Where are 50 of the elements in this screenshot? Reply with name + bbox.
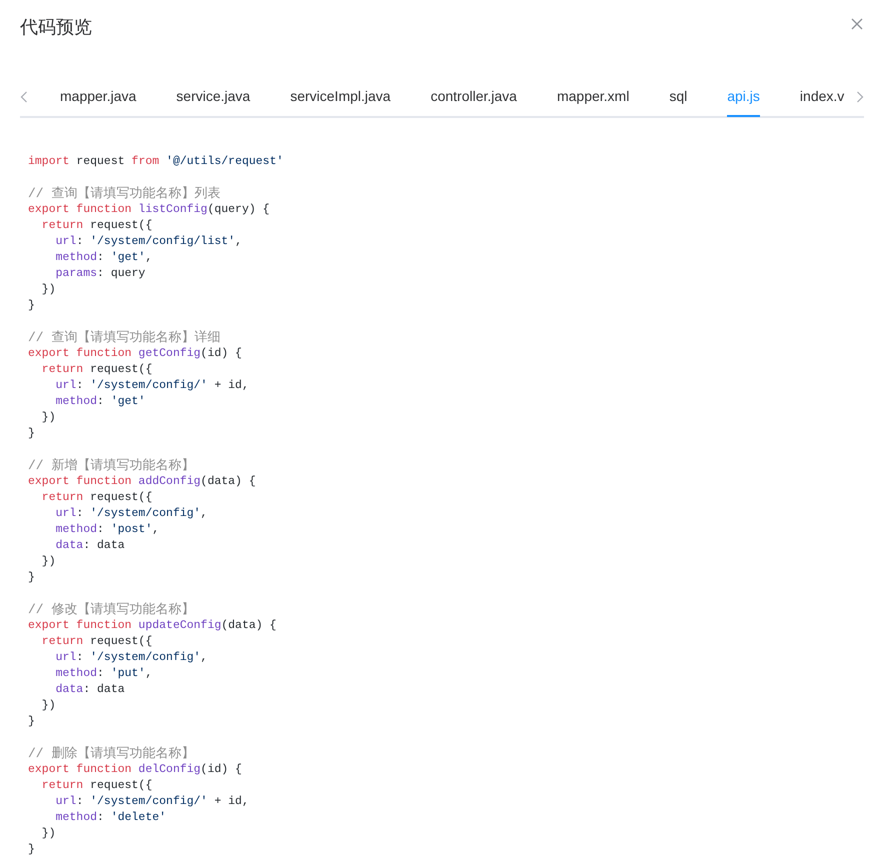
code-line: url: '/system/config/list', xyxy=(54,234,243,250)
code-line: url: '/system/config', xyxy=(54,506,208,522)
code-comment: // 删除【请填写功能名称】 xyxy=(28,746,196,762)
code-line: url: '/system/config/' + id, xyxy=(54,794,250,810)
code-comment: // 查询【请填写功能名称】列表 xyxy=(28,186,222,202)
code-line: url: '/system/config', xyxy=(54,650,208,666)
code-line: } xyxy=(28,298,36,314)
code-line: data: data xyxy=(54,682,126,698)
code-line: export function listConfig(query) { xyxy=(28,202,271,218)
tab[interactable]: index.v xyxy=(800,77,844,117)
close-icon[interactable] xyxy=(851,18,863,30)
code-line: return request({ xyxy=(40,362,154,378)
code-line: export function getConfig(id) { xyxy=(28,346,243,362)
chevron-right-icon[interactable] xyxy=(856,91,864,103)
code-line: } xyxy=(28,714,36,730)
code-line: }) xyxy=(40,554,57,570)
code-line: export function delConfig(id) { xyxy=(28,762,243,778)
code-line: }) xyxy=(40,410,57,426)
tab[interactable]: mapper.java xyxy=(60,77,136,117)
code-line: } xyxy=(28,426,36,442)
code-line: return request({ xyxy=(40,218,154,234)
code-line: import request from '@/utils/request' xyxy=(28,154,284,170)
tab[interactable]: mapper.xml xyxy=(556,77,630,117)
code-comment: // 修改【请填写功能名称】 xyxy=(28,602,196,618)
code-line: method: 'post', xyxy=(54,522,160,538)
code-comment: // 查询【请填写功能名称】详细 xyxy=(28,330,222,346)
tab[interactable]: sql xyxy=(669,77,688,117)
code-line: params: query xyxy=(54,266,146,282)
code-line: return request({ xyxy=(40,634,154,650)
code-line: export function addConfig(data) { xyxy=(28,474,257,490)
code-line: method: 'get' xyxy=(54,394,146,410)
code-line: export function updateConfig(data) { xyxy=(28,618,278,634)
code-line: url: '/system/config/' + id, xyxy=(54,378,250,394)
code-line: }) xyxy=(40,698,57,714)
code-line: }) xyxy=(40,826,57,842)
code-line: return request({ xyxy=(40,490,154,506)
dialog-title: 代码预览 xyxy=(20,16,92,39)
code-line: } xyxy=(28,570,36,586)
tab[interactable]: serviceImpl.java xyxy=(290,77,391,117)
chevron-left-icon[interactable] xyxy=(20,91,28,103)
code-comment: // 新增【请填写功能名称】 xyxy=(28,458,196,474)
code-line: }) xyxy=(40,282,57,298)
code-line: return request({ xyxy=(40,778,154,794)
code-line: data: data xyxy=(54,538,126,554)
tab[interactable]: service.java xyxy=(176,77,250,117)
code-line: method: 'get', xyxy=(54,250,154,266)
code-line: } xyxy=(28,842,36,858)
code-line: method: 'delete' xyxy=(54,810,168,826)
code-line: method: 'put', xyxy=(54,666,154,682)
tab[interactable]: controller.java xyxy=(430,77,517,117)
